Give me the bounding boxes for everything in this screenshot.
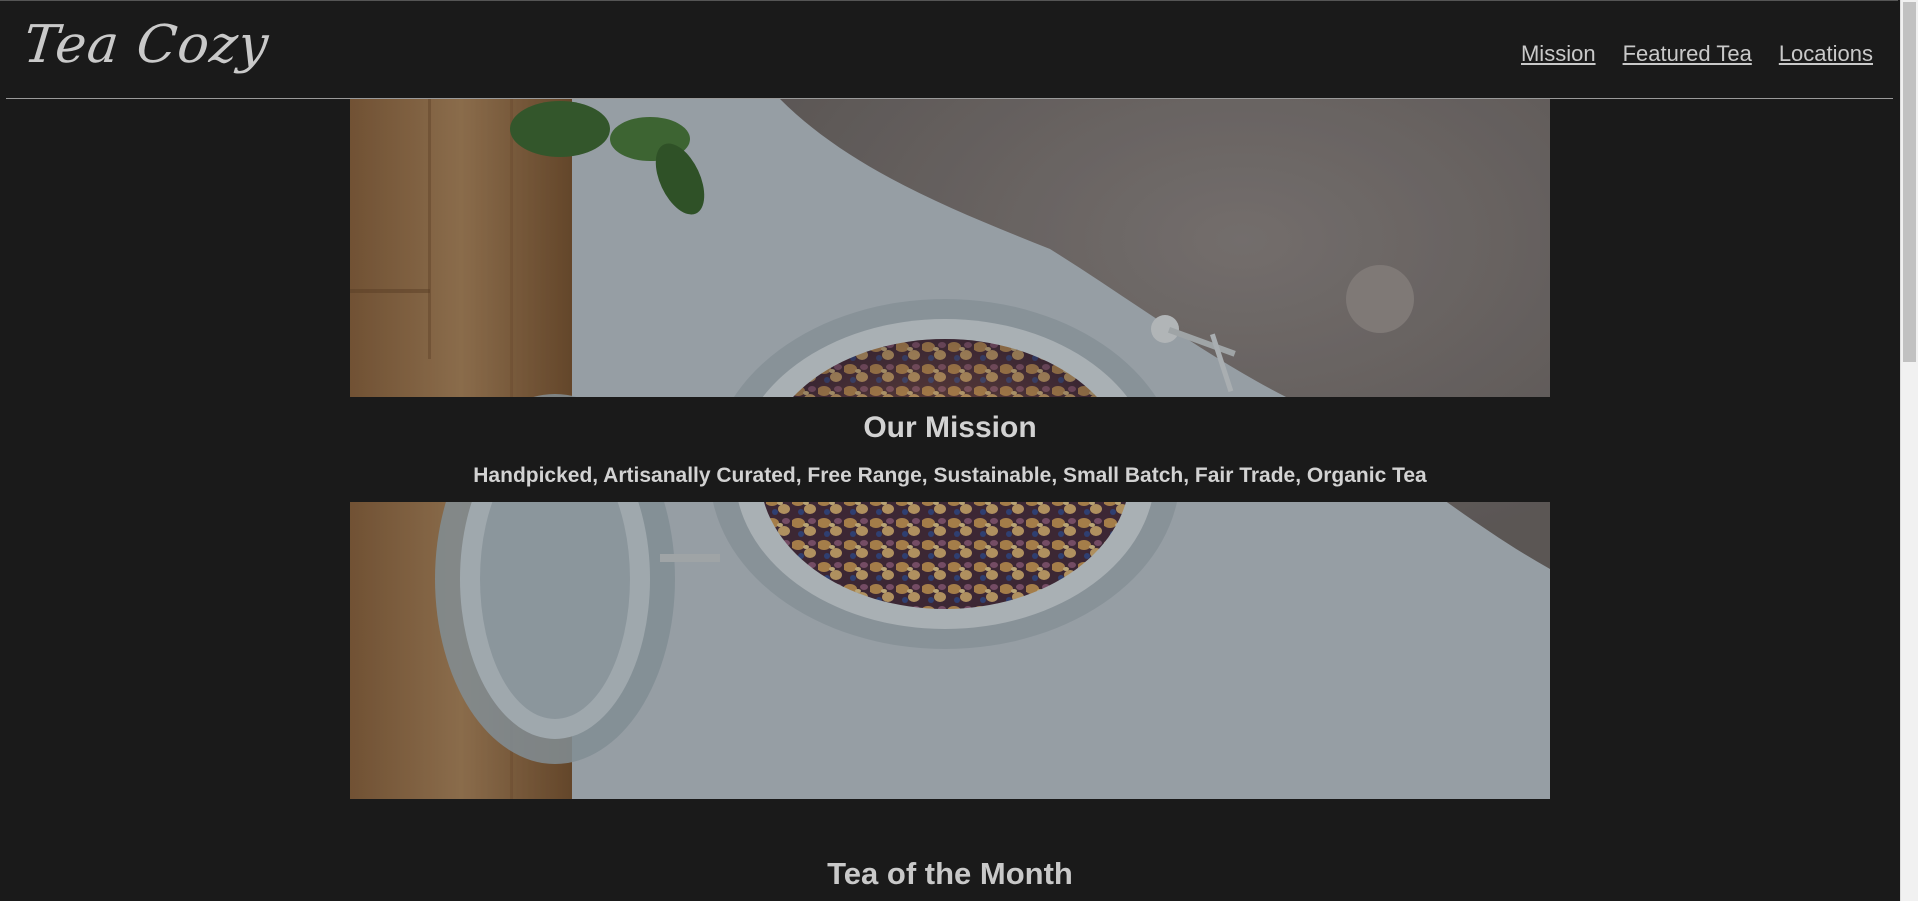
mission-hero: Our Mission Handpicked, Artisanally Cura…	[350, 99, 1550, 799]
tea-of-month-heading: Tea of the Month	[827, 856, 1073, 891]
tea-jar-photo	[350, 502, 1550, 799]
hero-image-top	[350, 99, 1550, 397]
mission-heading: Our Mission	[863, 411, 1037, 444]
nav-link-featured-tea[interactable]: Featured Tea	[1623, 41, 1752, 67]
site-logo[interactable]: Tea Cozy	[21, 15, 272, 75]
nav-link-mission[interactable]: Mission	[1521, 41, 1596, 67]
scrollbar-thumb[interactable]	[1903, 2, 1916, 362]
vertical-scrollbar[interactable]	[1900, 0, 1918, 901]
mission-band: Our Mission Handpicked, Artisanally Cura…	[350, 397, 1550, 502]
mission-tagline: Handpicked, Artisanally Curated, Free Ra…	[473, 464, 1427, 487]
main-nav: Mission Featured Tea Locations	[1521, 41, 1873, 67]
nav-link-locations[interactable]: Locations	[1779, 41, 1873, 67]
hero-image-bottom	[350, 502, 1550, 799]
site-header: Tea Cozy Mission Featured Tea Locations	[0, 0, 1898, 99]
tea-jar-photo	[350, 99, 1550, 397]
page: Tea Cozy Mission Featured Tea Locations	[0, 0, 1918, 901]
